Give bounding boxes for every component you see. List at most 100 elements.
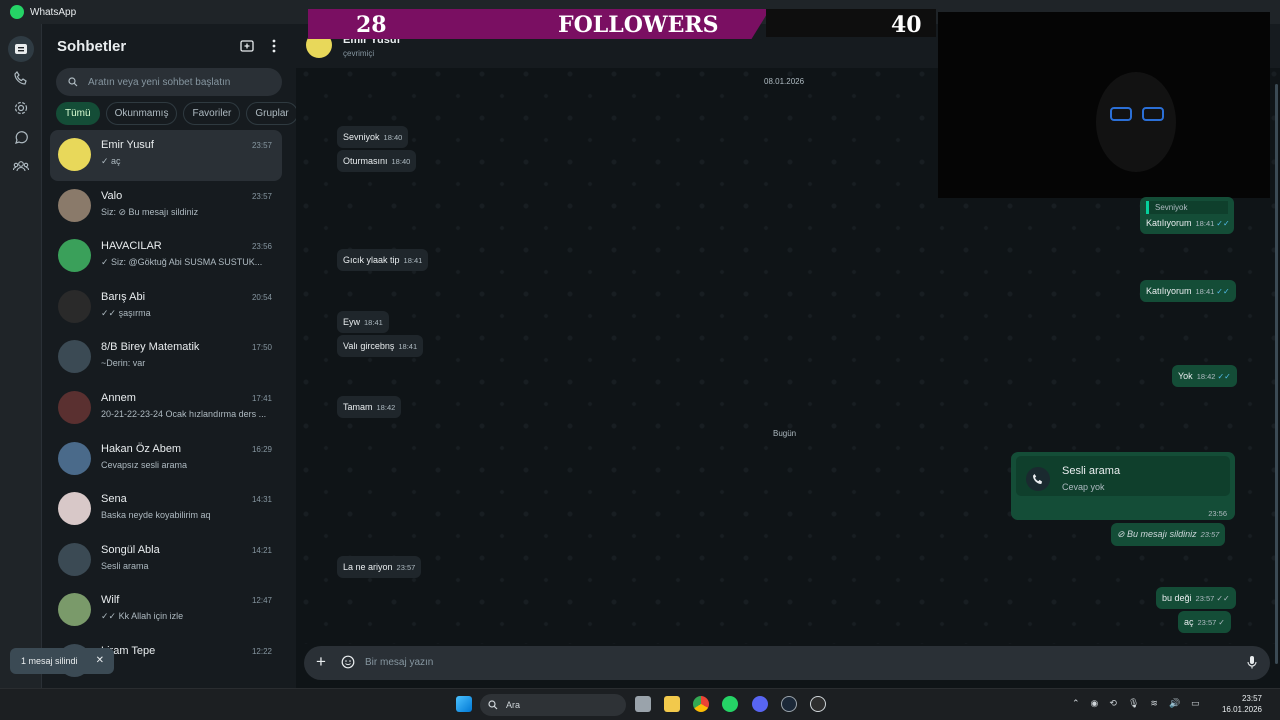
close-icon[interactable]: ✕ (96, 655, 104, 666)
message-out[interactable]: bu deği 23:57 ✓✓ (1156, 587, 1236, 609)
new-chat-icon[interactable] (240, 39, 254, 56)
window-title: WhatsApp (30, 6, 77, 18)
steam-icon[interactable] (781, 696, 797, 712)
chat-time: 14:31 (251, 495, 272, 505)
call-title: Sesli arama (1062, 465, 1121, 477)
obs-icon[interactable] (810, 696, 826, 712)
clock[interactable]: 23:57 16.01.2026 (1222, 693, 1262, 715)
avatar (58, 138, 91, 171)
message-out[interactable]: Yok 18:42 ✓✓ (1172, 365, 1237, 387)
chat-name: Annem (101, 391, 136, 404)
whatsapp-logo-icon (10, 5, 24, 19)
chat-row[interactable]: Sena 14:31 Baska neyde koyabilirim aq (50, 484, 282, 535)
message-out[interactable]: Katılıyorum 18:41 ✓✓ (1140, 280, 1236, 302)
call-time: 23:56 (1208, 509, 1227, 518)
battery-icon: ▭ (1191, 698, 1200, 708)
chat-row[interactable]: Wilf 12:47 ✓✓ Kk Allah için izle (50, 585, 282, 636)
chat-name: Emir Yusuf (101, 139, 154, 151)
chat-time: 20:54 (251, 292, 272, 302)
message-in[interactable]: Gıcık ylaak tip 18:41 (337, 249, 429, 271)
chat-row[interactable]: HAVACILAR 23:56 ✓ Siz: @Göktuğ Abi SUSMA S… (50, 231, 282, 282)
filter-all[interactable]: Tümü (56, 102, 100, 125)
conversation-panel: Emir Yusuf çevrimiçi 28 FOLLOWERS 40 08.… (296, 9, 1280, 688)
chat-row[interactable]: 8/B Birey Matematik 17:50 ~Derin: var (50, 332, 282, 383)
message-in[interactable]: Tamam 18:42 (337, 396, 402, 418)
chat-preview: ✓✓ Kk Allah için izle (101, 611, 184, 622)
message-input[interactable]: Bir mesaj yazın (365, 657, 433, 668)
system-tray[interactable]: ⌃ ◉ ⟲ 🎙 ≋ 🔊 ▭ (1072, 698, 1200, 709)
search-placeholder: Aratın veya yeni sohbet başlatın (88, 76, 231, 88)
chat-time: 17:41 (251, 393, 272, 403)
contact-status: çevrimiçi (343, 49, 375, 58)
chat-row[interactable]: Hakan Öz Abem 16:29 Cevapsız sesli arama (50, 434, 282, 485)
chat-row[interactable]: Songül Abla 14:21 Sesli arama (50, 535, 282, 586)
chevron-up-icon: ⌃ (1072, 698, 1080, 708)
chat-time: 12:47 (251, 596, 272, 606)
search-input[interactable]: Aratın veya yeni sohbet başlatın (56, 68, 282, 96)
call-subtitle: Cevap yok (1062, 482, 1105, 492)
chat-time: 12:22 (251, 646, 272, 656)
windows-taskbar: Ara ⌃ ◉ ⟲ 🎙 ≋ 🔊 ▭ 23:57 16.01.2026 (0, 688, 1280, 720)
whatsapp-taskbar-icon[interactable] (722, 696, 738, 712)
chat-scrollbar[interactable] (1275, 84, 1278, 664)
nav-rail (0, 24, 42, 688)
chat-preview: Siz: ⊘ Bu mesajı sildiniz (101, 206, 199, 217)
message-in[interactable]: Eyw 18:41 (337, 311, 389, 333)
chat-preview: ✓ Siz: @Göktuğ Abi SUSMA SUSTUK... (101, 257, 263, 268)
menu-kebab-icon[interactable] (272, 39, 276, 56)
chat-name: Hakan Öz Abem (101, 442, 182, 455)
chat-preview: Baska neyde koyabilirim aq (101, 510, 211, 521)
message-out[interactable]: aç 23:57 ✓ (1178, 611, 1231, 633)
voice-call-card[interactable]: Sesli arama Cevap yok 23:56 (1011, 452, 1235, 520)
date-chip: 08.01.2026 (764, 77, 805, 86)
chat-time: 23:57 (251, 141, 272, 150)
chat-name: Songül Abla (101, 543, 160, 556)
chats-icon[interactable] (8, 36, 34, 62)
calls-icon[interactable] (11, 68, 31, 88)
followers-label: FOLLOWERS (558, 12, 719, 38)
chat-row[interactable]: Valo 23:57 Siz: ⊘ Bu mesajı sildiniz (50, 181, 282, 232)
filter-groups[interactable]: Gruplar (246, 102, 296, 125)
task-view-icon[interactable] (635, 696, 651, 712)
message-in[interactable]: Valı gircebnş 18:41 (337, 335, 424, 357)
chat-name: 8/B Birey Matematik (101, 341, 200, 354)
message-in[interactable]: Sevniyok 18:40 (337, 126, 409, 148)
panel-title: Sohbetler (57, 38, 127, 55)
chat-row[interactable]: Emir Yusuf 23:57 ✓ aç (50, 130, 282, 181)
search-icon (68, 77, 78, 87)
taskbar-search-label: Ara (506, 700, 521, 710)
microphone-icon[interactable] (1246, 655, 1258, 672)
communities-icon[interactable] (11, 156, 31, 176)
message-in[interactable]: La ne ariyon 23:57 (337, 556, 422, 578)
filter-unread[interactable]: Okunmamış (105, 102, 178, 125)
message-out-reply[interactable]: Sevniyok Katılıyorum 18:41 ✓✓ (1140, 197, 1234, 234)
chat-time: 23:56 (251, 242, 272, 252)
attach-plus-icon[interactable]: + (316, 652, 326, 672)
file-explorer-icon[interactable] (664, 696, 680, 712)
avatar (58, 441, 91, 475)
clock-date: 16.01.2026 (1221, 705, 1262, 714)
emoji-sticker-icon[interactable] (341, 655, 355, 672)
discord-icon[interactable] (752, 696, 768, 712)
chat-row[interactable]: Barış Abi 20:54 ✓✓ şaşırma (50, 282, 282, 333)
quoted-message: Sevniyok (1146, 201, 1228, 214)
chrome-icon[interactable] (693, 696, 709, 712)
tray-sync-icon: ⟲ (1109, 698, 1117, 708)
start-windows-icon[interactable] (456, 696, 472, 712)
taskbar-search[interactable]: Ara (480, 694, 626, 716)
status-icon[interactable] (11, 98, 31, 118)
channels-icon[interactable] (11, 128, 31, 148)
message-composer[interactable]: + Bir mesaj yazın (304, 646, 1270, 680)
filter-favorites[interactable]: Favoriler (183, 102, 241, 125)
message-deleted[interactable]: ⊘ Bu mesajı sildiniz 23:57 (1111, 523, 1226, 546)
chat-time: 16:29 (251, 444, 272, 454)
avatar (58, 593, 91, 627)
message-in[interactable]: Oturmasını 18:40 (337, 150, 417, 172)
chat-preview: Sesli arama (101, 560, 149, 571)
chat-row[interactable]: Annem 17:41 20-21-22-23-24 Ocak hızlandırm… (50, 383, 282, 434)
toast-text: 1 mesaj silindi (21, 656, 78, 666)
avatar (58, 542, 91, 576)
delivered-ticks-icon: ✓✓ (1216, 594, 1230, 603)
chat-preview: ✓✓ şaşırma (101, 307, 151, 318)
date-chip-today: Bugün (773, 429, 797, 438)
